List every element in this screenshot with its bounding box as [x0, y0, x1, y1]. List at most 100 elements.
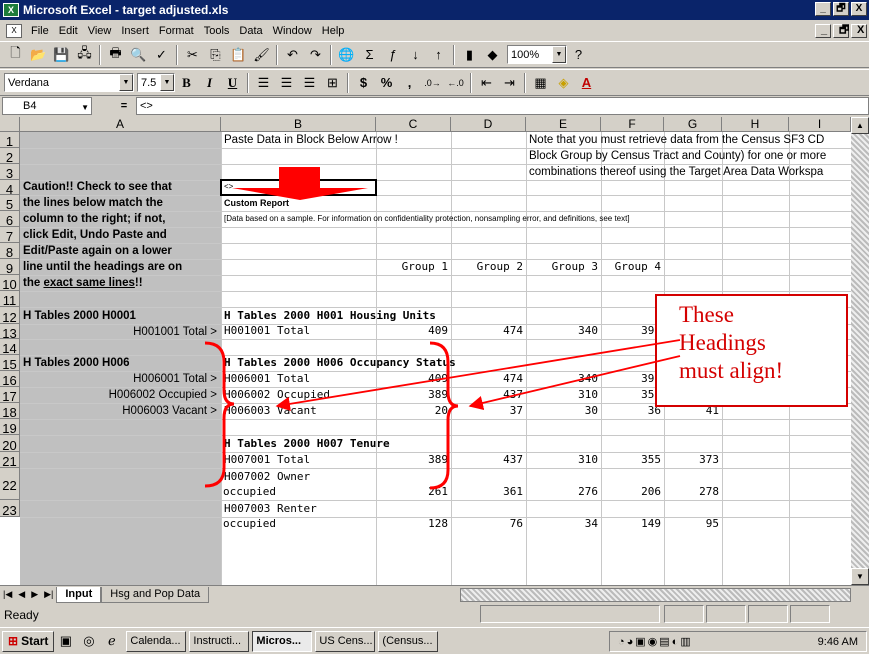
scroll-up-icon[interactable]: ▲: [851, 117, 869, 134]
first-sheet-icon[interactable]: |◀: [0, 589, 15, 600]
decrease-decimal-icon[interactable]: ←.0: [444, 72, 467, 94]
decrease-indent-icon[interactable]: ⇤: [475, 72, 498, 94]
undo-icon[interactable]: ↶: [281, 44, 304, 66]
chevron-down-icon[interactable]: ▼: [119, 74, 133, 91]
row-header[interactable]: 21: [0, 452, 20, 469]
row-header[interactable]: 12: [0, 307, 20, 325]
autosum-icon[interactable]: Σ: [358, 44, 381, 66]
increase-indent-icon[interactable]: ⇥: [498, 72, 521, 94]
underline-button[interactable]: U: [221, 72, 244, 94]
menu-format[interactable]: Format: [154, 25, 199, 37]
menu-tools[interactable]: Tools: [199, 25, 235, 37]
font-size-combo[interactable]: 7.5 ▼: [137, 73, 175, 92]
menu-insert[interactable]: Insert: [116, 25, 154, 37]
doc-minimize-button[interactable]: _: [815, 24, 831, 38]
vertical-scrollbar[interactable]: ▲ ▼: [851, 117, 869, 585]
active-cell-b4[interactable]: [220, 179, 377, 196]
spelling-icon[interactable]: ✓: [150, 44, 173, 66]
menu-help[interactable]: Help: [317, 25, 350, 37]
minimize-button[interactable]: _: [815, 2, 831, 16]
tray-icons[interactable]: ◔◕▣◉▤◐▥: [618, 635, 693, 648]
save-icon[interactable]: 💾: [50, 44, 73, 66]
tab-hsg-pop-data[interactable]: Hsg and Pop Data: [101, 586, 210, 603]
quicklaunch-outlook-icon[interactable]: ◎: [77, 630, 100, 652]
help-icon[interactable]: ?: [567, 44, 590, 66]
sort-descending-icon[interactable]: ↑: [427, 44, 450, 66]
horizontal-scrollbar[interactable]: [460, 588, 851, 602]
row-header[interactable]: 9: [0, 259, 20, 276]
row-header[interactable]: 13: [0, 324, 20, 341]
close-button[interactable]: X: [851, 2, 867, 16]
row-header[interactable]: 5: [0, 195, 20, 212]
menu-window[interactable]: Window: [268, 25, 317, 37]
row-header[interactable]: 7: [0, 227, 20, 244]
workbook-icon[interactable]: X: [6, 24, 22, 38]
last-sheet-icon[interactable]: ▶|: [41, 589, 56, 600]
drawing-icon[interactable]: ◆: [481, 44, 504, 66]
paste-icon[interactable]: 📋: [227, 44, 250, 66]
align-left-icon[interactable]: ☰: [252, 72, 275, 94]
zoom-combo[interactable]: 100% ▼: [507, 45, 567, 64]
comma-button[interactable]: ,: [398, 72, 421, 94]
column-header-g[interactable]: G: [664, 117, 722, 132]
quicklaunch-desktop-icon[interactable]: ▣: [54, 630, 77, 652]
row-header[interactable]: 18: [0, 403, 20, 420]
menu-data[interactable]: Data: [234, 25, 267, 37]
tab-input[interactable]: Input: [56, 586, 102, 603]
chevron-down-icon[interactable]: ▼: [552, 46, 566, 63]
scroll-down-icon[interactable]: ▼: [851, 568, 869, 585]
row-header[interactable]: 16: [0, 371, 20, 388]
column-header-b[interactable]: B: [221, 117, 376, 132]
chart-wizard-icon[interactable]: ▮: [458, 44, 481, 66]
row-header[interactable]: 14: [0, 339, 20, 356]
row-header[interactable]: 15: [0, 355, 20, 372]
task-instructions[interactable]: Instructi...: [189, 630, 250, 652]
row-header[interactable]: 20: [0, 435, 20, 453]
formula-input[interactable]: <>: [136, 97, 869, 115]
print-icon[interactable]: 🖶: [104, 44, 127, 66]
column-header-f[interactable]: F: [601, 117, 664, 132]
prev-sheet-icon[interactable]: ◀: [15, 589, 28, 600]
name-box[interactable]: B4 ▼: [2, 97, 92, 115]
task-us-census[interactable]: US Cens...: [315, 630, 376, 652]
sort-ascending-icon[interactable]: ↓: [404, 44, 427, 66]
start-button[interactable]: ⊞ Start: [2, 630, 55, 652]
row-header[interactable]: 19: [0, 419, 20, 436]
borders-icon[interactable]: ▦: [529, 72, 552, 94]
doc-close-button[interactable]: X: [851, 24, 867, 38]
chevron-down-icon[interactable]: ▼: [160, 74, 174, 91]
row-header[interactable]: 8: [0, 243, 20, 260]
increase-decimal-icon[interactable]: .0→: [421, 72, 444, 94]
cut-icon[interactable]: ✂: [181, 44, 204, 66]
task-census-browser[interactable]: (Census...: [378, 630, 439, 652]
row-header[interactable]: 10: [0, 275, 20, 292]
row-header[interactable]: 2: [0, 148, 20, 165]
task-calendar[interactable]: Calenda...: [126, 630, 187, 652]
row-header[interactable]: 1: [0, 132, 20, 149]
align-center-icon[interactable]: ☰: [275, 72, 298, 94]
quicklaunch-ie-icon[interactable]: ℯ: [100, 630, 123, 652]
bold-button[interactable]: B: [175, 72, 198, 94]
fill-color-icon[interactable]: ◈: [552, 72, 575, 94]
print-preview-icon[interactable]: 🔍: [127, 44, 150, 66]
open-icon[interactable]: 📂: [27, 44, 50, 66]
merge-center-icon[interactable]: ⊞: [321, 72, 344, 94]
menu-view[interactable]: View: [83, 25, 117, 37]
row-header[interactable]: 11: [0, 291, 20, 308]
copy-icon[interactable]: ⎘: [204, 44, 227, 66]
select-all-corner[interactable]: [0, 117, 20, 132]
font-color-icon[interactable]: A: [575, 72, 598, 94]
row-header[interactable]: 17: [0, 387, 20, 404]
percent-button[interactable]: %: [375, 72, 398, 94]
column-header-a[interactable]: A: [20, 117, 221, 132]
function-icon[interactable]: ƒ: [381, 44, 404, 66]
chevron-down-icon[interactable]: ▼: [81, 100, 89, 116]
task-excel[interactable]: Micros...: [252, 630, 313, 652]
row-header[interactable]: 4: [0, 180, 20, 197]
font-combo[interactable]: Verdana ▼: [4, 73, 134, 92]
new-icon[interactable]: 🗋: [4, 44, 27, 66]
row-header[interactable]: 3: [0, 164, 20, 181]
currency-button[interactable]: $: [352, 72, 375, 94]
permission-icon[interactable]: 🖧: [73, 44, 96, 66]
column-header-h[interactable]: H: [722, 117, 789, 132]
